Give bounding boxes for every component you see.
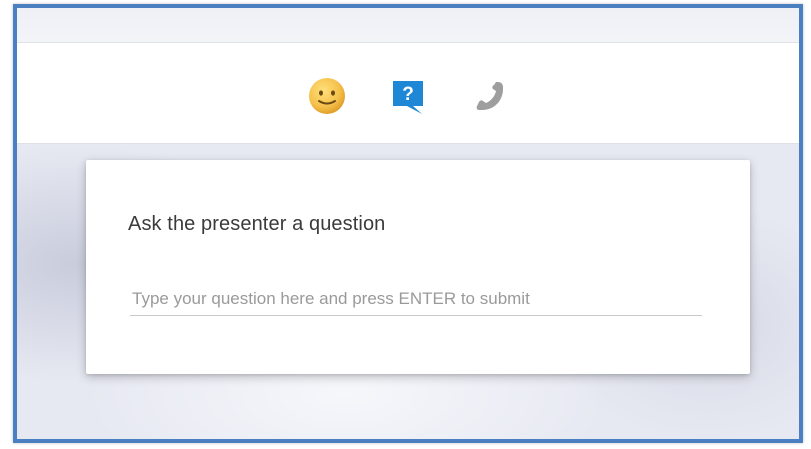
phone-button[interactable]: [470, 76, 510, 116]
screenshot-frame: ? Ask the presenter a question: [13, 4, 803, 443]
panel-title: Ask the presenter a question: [128, 213, 386, 235]
ask-question-button[interactable]: ?: [389, 76, 429, 116]
toolbar: ?: [17, 43, 799, 144]
question-mark-glyph: ?: [402, 84, 414, 105]
question-input[interactable]: [130, 282, 702, 316]
question-panel: Ask the presenter a question: [86, 160, 750, 374]
phone-icon: [476, 82, 503, 110]
smiley-emoji-icon: [309, 78, 345, 114]
question-chat-icon: ?: [393, 81, 423, 114]
top-strip: [17, 8, 799, 43]
emoji-button[interactable]: [307, 76, 347, 116]
